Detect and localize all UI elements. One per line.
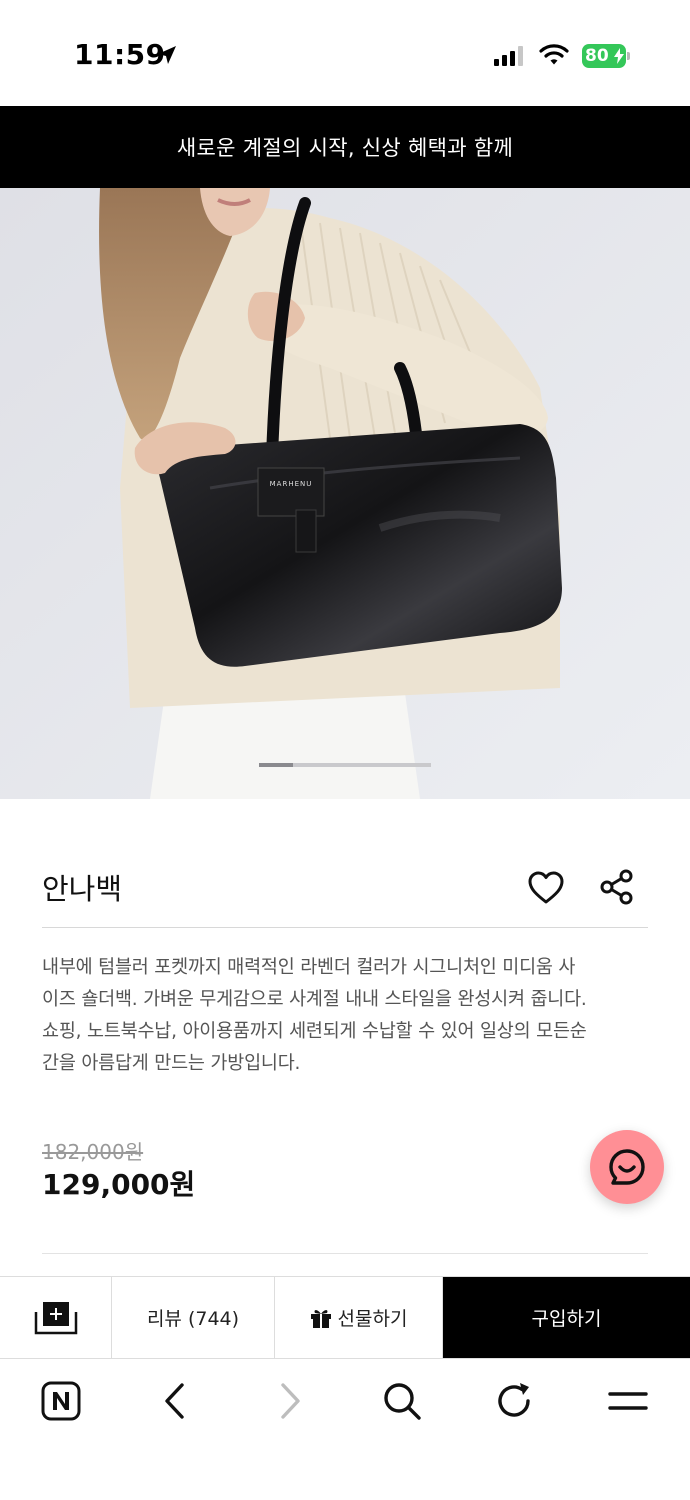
review-label: 리뷰 (744) xyxy=(146,1308,240,1330)
description-line: 이즈 숄더백. 가벼운 무게감으로 사계절 내내 스타일을 완성시켜 줍니다. xyxy=(42,989,587,1010)
description-line: 내부에 텀블러 포켓까지 매력적인 라벤더 컬러가 시그니처인 미디움 사 xyxy=(42,957,576,978)
naver-home-icon[interactable] xyxy=(41,1381,81,1421)
gift-icon xyxy=(310,1309,331,1328)
browser-toolbar xyxy=(0,1359,690,1500)
status-bar: 11:59 80 xyxy=(0,0,690,106)
carousel-progress-thumb xyxy=(259,763,294,767)
menu-icon[interactable] xyxy=(608,1381,648,1421)
battery-level: 80 xyxy=(585,46,609,66)
product-image-carousel[interactable]: MARHENU xyxy=(0,188,690,799)
product-title: 안나백 xyxy=(42,872,123,906)
bag-brand-label: MARHENU xyxy=(270,480,313,488)
chat-icon xyxy=(609,1149,645,1185)
share-icon[interactable] xyxy=(599,869,635,905)
gift-button[interactable]: 선물하기 xyxy=(275,1277,443,1358)
product-description: 내부에 텀블러 포켓까지 매력적인 라벤더 컬러가 시그니처인 미디움 사 이즈… xyxy=(42,952,652,1080)
cellular-signal-icon xyxy=(494,46,523,66)
add-to-collection-button[interactable] xyxy=(0,1277,112,1358)
divider xyxy=(42,927,648,928)
description-line: 간을 아름답게 만드는 가방입니다. xyxy=(42,1053,301,1074)
sale-price: 129,000원 xyxy=(42,1168,196,1201)
description-line: 쇼핑, 노트북수납, 아이용품까지 세련되게 수납할 수 있어 일상의 모든순 xyxy=(42,1021,587,1042)
reload-icon[interactable] xyxy=(496,1381,534,1421)
status-time: 11:59 xyxy=(74,38,166,71)
back-icon[interactable] xyxy=(160,1381,190,1421)
wifi-icon xyxy=(539,44,569,65)
carousel-progress-track xyxy=(259,763,431,767)
add-collection-icon xyxy=(34,1301,77,1334)
original-price: 182,000원 xyxy=(42,1140,144,1164)
divider xyxy=(42,1253,648,1254)
search-icon[interactable] xyxy=(382,1381,422,1421)
promo-banner[interactable]: 새로운 계절의 시작, 신상 혜택과 함께 xyxy=(0,106,690,188)
promo-banner-text: 새로운 계절의 시작, 신상 혜택과 함께 xyxy=(176,136,514,160)
gift-label: 선물하기 xyxy=(337,1308,408,1330)
chat-button[interactable] xyxy=(590,1130,664,1204)
review-button[interactable]: 리뷰 (744) xyxy=(112,1277,275,1358)
product-photo: MARHENU xyxy=(0,188,690,799)
product-action-bar: 리뷰 (744) 선물하기 구입하기 xyxy=(0,1276,690,1359)
forward-icon[interactable] xyxy=(275,1381,305,1421)
heart-icon[interactable] xyxy=(527,870,565,906)
location-arrow-icon xyxy=(158,46,176,64)
battery-icon: 80 xyxy=(582,44,630,68)
buy-button[interactable]: 구입하기 xyxy=(443,1277,690,1358)
buy-label: 구입하기 xyxy=(531,1308,602,1330)
